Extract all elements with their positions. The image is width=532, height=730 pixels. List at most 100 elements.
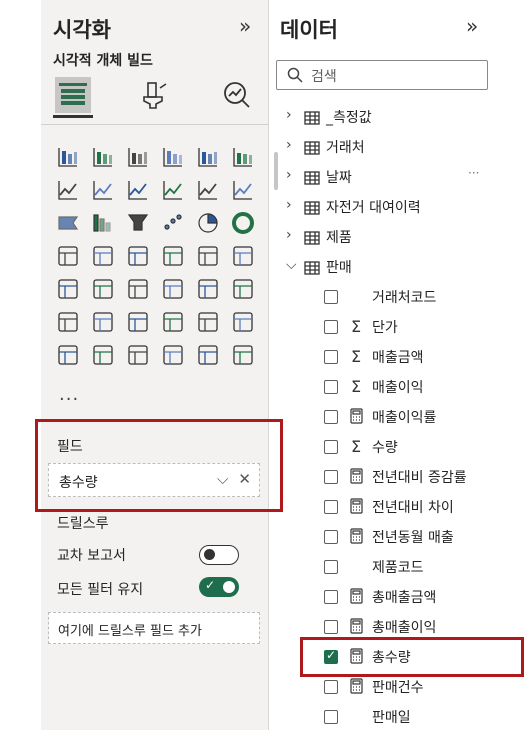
table-name: 거래처 <box>326 140 365 156</box>
field-row[interactable]: Σ 수량 <box>270 432 484 462</box>
cross-report-toggle[interactable] <box>199 545 239 565</box>
drillthrough-field-well[interactable]: 여기에 드릴스루 필드 추가 <box>48 612 260 644</box>
kpi-icon[interactable] <box>88 274 118 304</box>
field-checkbox[interactable] <box>324 590 338 604</box>
decomposition-tree-icon[interactable] <box>123 307 153 337</box>
clustered-bar-chart-icon[interactable] <box>123 142 153 172</box>
active-tab-indicator <box>53 115 93 118</box>
build-visual-icon[interactable] <box>55 77 91 113</box>
stacked-bar-chart-icon[interactable] <box>53 142 83 172</box>
metrics-icon[interactable] <box>228 307 258 337</box>
field-checkbox[interactable] <box>324 410 338 424</box>
filled-map-icon[interactable] <box>123 241 153 271</box>
field-row[interactable]: Σ 단가 <box>270 312 484 342</box>
field-checkbox[interactable] <box>324 470 338 484</box>
paginated-report-icon[interactable] <box>53 340 83 370</box>
donut-chart-icon[interactable] <box>228 208 258 238</box>
field-checkbox[interactable] <box>324 500 338 514</box>
format-visual-icon[interactable] <box>137 77 173 113</box>
field-checkbox[interactable] <box>324 680 338 694</box>
waterfall-chart-icon[interactable] <box>88 208 118 238</box>
100-stacked-bar-chart-icon[interactable] <box>193 142 223 172</box>
chevron-right-icon[interactable]: › <box>286 137 292 153</box>
field-checkbox[interactable] <box>324 290 338 304</box>
map-icon[interactable] <box>88 241 118 271</box>
power-automate-icon[interactable] <box>123 340 153 370</box>
smart-narrative-icon[interactable] <box>193 307 223 337</box>
table-name: 판매 <box>326 260 352 276</box>
chevron-right-icon[interactable]: › <box>286 107 292 123</box>
ribbon-chart-icon[interactable] <box>53 208 83 238</box>
field-checkbox[interactable] <box>324 440 338 454</box>
field-name: 전년대비 증감률 <box>372 470 467 486</box>
field-row[interactable]: Σ 매출이익 <box>270 372 484 402</box>
multi-row-card-icon[interactable] <box>53 274 83 304</box>
field-name: 전년동월 매출 <box>372 530 454 546</box>
field-checkbox[interactable] <box>324 710 338 724</box>
field-row[interactable]: 전년대비 차이 <box>270 492 484 522</box>
chevron-right-icon[interactable]: › <box>286 227 292 243</box>
field-checkbox[interactable] <box>324 320 338 334</box>
data-title: 데이터 <box>280 18 338 42</box>
field-name: 판매건수 <box>372 680 424 696</box>
card-icon[interactable] <box>228 241 258 271</box>
table-row[interactable]: › 자전거 대여이력 <box>270 192 484 222</box>
chevron-right-icon[interactable]: › <box>286 197 292 213</box>
pie-chart-icon[interactable] <box>193 208 223 238</box>
slicer-icon[interactable] <box>123 274 153 304</box>
keep-all-filters-toggle[interactable]: ✓ <box>199 577 239 597</box>
field-row[interactable]: 전년대비 증감률 <box>270 462 484 492</box>
field-checkbox[interactable] <box>324 560 338 574</box>
line-and-clustered-column-chart-icon[interactable] <box>228 175 258 205</box>
100-stacked-area-chart-icon[interactable] <box>158 175 188 205</box>
stacked-area-chart-icon[interactable] <box>123 175 153 205</box>
field-checkbox[interactable] <box>324 530 338 544</box>
treemap-icon[interactable] <box>53 241 83 271</box>
highlight-box-total-quantity <box>300 637 524 677</box>
line-chart-icon[interactable] <box>53 175 83 205</box>
qa-icon[interactable] <box>158 307 188 337</box>
100-stacked-column-chart-icon[interactable] <box>228 142 258 172</box>
stacked-column-chart-icon[interactable] <box>88 142 118 172</box>
table-row[interactable]: › 거래처 <box>270 132 484 162</box>
scatter-chart-icon[interactable] <box>158 208 188 238</box>
chevron-down-icon[interactable]: ⌵ <box>286 257 297 273</box>
calculator-icon <box>348 677 364 695</box>
arcgis-map-icon[interactable] <box>158 340 188 370</box>
table-row[interactable]: › 제품 <box>270 222 484 252</box>
field-row[interactable]: 총매출금액 <box>270 582 484 612</box>
power-bi-visual-icon[interactable] <box>193 340 223 370</box>
more-visuals-button[interactable]: ... <box>59 384 79 405</box>
field-row[interactable]: Σ 매출금액 <box>270 342 484 372</box>
field-row[interactable]: 전년동월 매출 <box>270 522 484 552</box>
matrix-icon[interactable] <box>193 274 223 304</box>
key-influencers-icon[interactable] <box>88 307 118 337</box>
analytics-icon[interactable] <box>219 77 255 113</box>
get-more-visuals-icon[interactable] <box>228 340 258 370</box>
field-checkbox[interactable] <box>324 350 338 364</box>
field-row[interactable]: 제품코드 <box>270 552 484 582</box>
azure-map-icon[interactable] <box>158 241 188 271</box>
area-chart-icon[interactable] <box>88 175 118 205</box>
table-row[interactable]: › 날짜 <box>270 162 484 192</box>
python-visual-icon[interactable] <box>53 307 83 337</box>
field-checkbox[interactable] <box>324 380 338 394</box>
field-checkbox[interactable] <box>324 620 338 634</box>
table-icon[interactable] <box>158 274 188 304</box>
field-row[interactable]: 판매일 <box>270 702 484 730</box>
table-row[interactable]: ⌵ 판매 <box>270 252 484 282</box>
line-and-stacked-column-chart-icon[interactable] <box>193 175 223 205</box>
field-row[interactable]: 매출이익률 <box>270 402 484 432</box>
r-visual-icon[interactable] <box>228 274 258 304</box>
collapse-data-button[interactable]: » <box>466 14 478 38</box>
gauge-icon[interactable] <box>193 241 223 271</box>
power-apps-icon[interactable] <box>88 340 118 370</box>
field-row[interactable]: 거래처코드 <box>270 282 484 312</box>
clustered-column-chart-icon[interactable] <box>158 142 188 172</box>
chevron-right-icon[interactable]: › <box>286 167 292 183</box>
funnel-chart-icon[interactable] <box>123 208 153 238</box>
table-row[interactable]: › _측정값 <box>270 102 484 132</box>
calculator-icon <box>348 617 364 635</box>
search-input[interactable]: 검색 <box>276 60 488 90</box>
collapse-visualizations-button[interactable]: » <box>239 14 251 38</box>
